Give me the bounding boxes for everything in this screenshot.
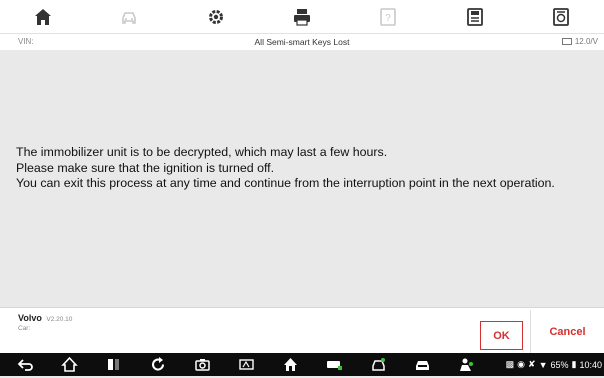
toolbar-settings-button[interactable] (173, 0, 259, 33)
message-icon: ▩ (505, 359, 515, 369)
car-icon[interactable] (414, 356, 431, 378)
toolbar-home-button[interactable] (0, 0, 86, 33)
message-line: You can exit this process at any time an… (16, 176, 555, 190)
info-bar: VIN: All Semi-smart Keys Lost 12.0/V (0, 33, 604, 51)
camera-icon[interactable] (194, 356, 211, 378)
toolbar-save-button[interactable] (431, 0, 517, 33)
print-icon (293, 8, 310, 26)
wifi-icon: ▼ (538, 359, 548, 370)
home-icon (35, 8, 52, 25)
software-version: V2.20.10 (46, 316, 73, 323)
toolbar-print-button[interactable] (259, 0, 345, 33)
save-icon (466, 7, 483, 26)
message-line: The immobilizer unit is to be decrypted,… (16, 145, 388, 159)
vcmi-icon[interactable] (326, 356, 343, 378)
toolbar-data-logging-button[interactable] (518, 0, 604, 33)
home-nav-icon[interactable] (61, 356, 78, 378)
data-logging-icon (552, 7, 569, 26)
brand-name: Volvo (18, 313, 42, 323)
battery-icon (561, 38, 572, 45)
svg-text:?: ? (385, 13, 391, 24)
footer-bar: Volvo V2.20.10 Car: OK Cancel (0, 307, 604, 354)
clock: 10:40 (579, 359, 602, 370)
message-line: Please make sure that the ignition is tu… (16, 160, 275, 175)
message-panel: The immobilizer unit is to be decrypted,… (0, 50, 604, 306)
vci-icon[interactable] (238, 356, 255, 378)
toolbar-vehicle-button[interactable] (86, 0, 172, 33)
page-title: All Semi-smart Keys Lost (254, 37, 350, 47)
ok-button[interactable]: OK (480, 321, 523, 350)
toolbar-help-button[interactable]: ? (345, 0, 431, 33)
voltage-value: 12.0/V (574, 37, 598, 46)
top-toolbar: ? (0, 0, 604, 33)
battery-percent: 65% (550, 359, 569, 370)
vehicle-scan-icon[interactable] (370, 356, 387, 378)
recent-apps-icon[interactable] (105, 356, 122, 378)
vehicle-icon (122, 11, 137, 24)
refresh-icon[interactable] (150, 356, 167, 378)
cancel-button[interactable]: Cancel (530, 310, 604, 354)
voltage-indicator: 12.0/V (561, 37, 598, 46)
car-label: Car: (18, 325, 31, 332)
system-navigation-bar: ▩ ◉ ✘ ▼ 65% ▮ 10:40 (0, 353, 604, 376)
message-text: The immobilizer unit is to be decrypted,… (16, 145, 596, 192)
sync-icon: ◉ (517, 359, 526, 369)
home-shortcut-icon[interactable] (282, 356, 299, 378)
bluetooth-icon: ✘ (528, 359, 536, 369)
help-icon: ? (380, 7, 397, 26)
service-icon[interactable] (458, 356, 475, 378)
settings-icon (208, 9, 223, 24)
back-icon[interactable] (17, 356, 34, 378)
status-area: ▩ ◉ ✘ ▼ 65% ▮ 10:40 (506, 359, 602, 370)
vehicle-brand: Volvo V2.20.10 (18, 313, 72, 323)
battery-status-icon: ▮ (571, 359, 577, 369)
